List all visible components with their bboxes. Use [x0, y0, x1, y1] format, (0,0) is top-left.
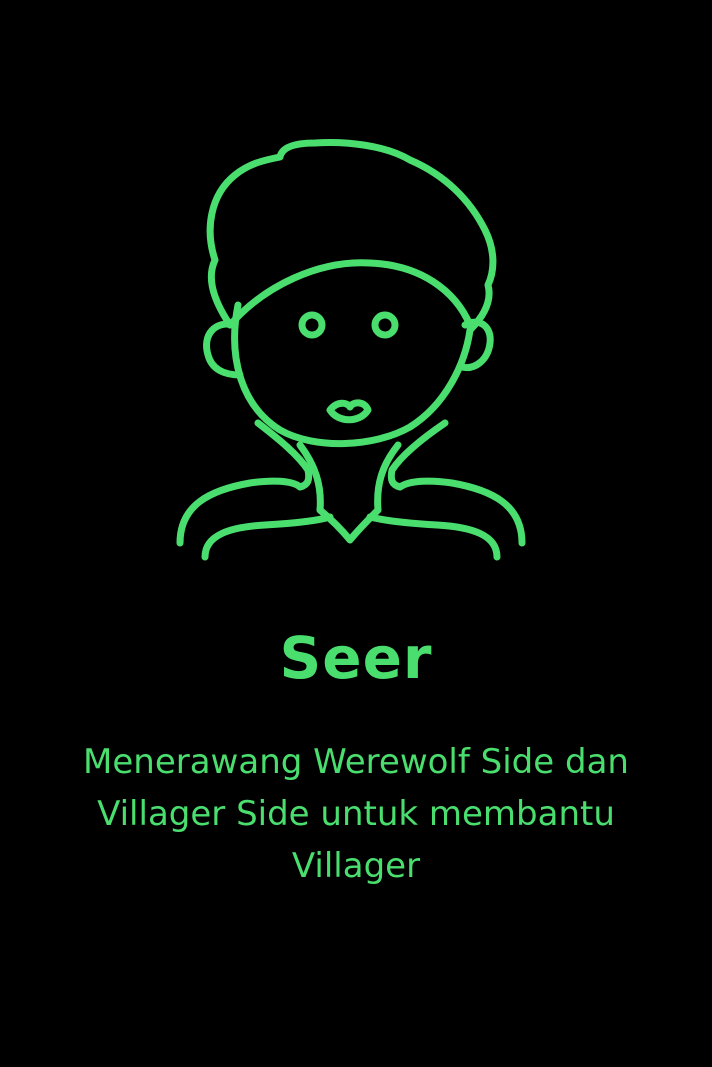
role-description: Menerawang Werewolf Side dan Villager Si… [83, 742, 629, 886]
role-card: Seer Menerawang Werewolf Side dan Villag… [0, 0, 712, 1067]
seer-portrait-icon [170, 135, 542, 575]
role-title: Seer [279, 624, 433, 692]
